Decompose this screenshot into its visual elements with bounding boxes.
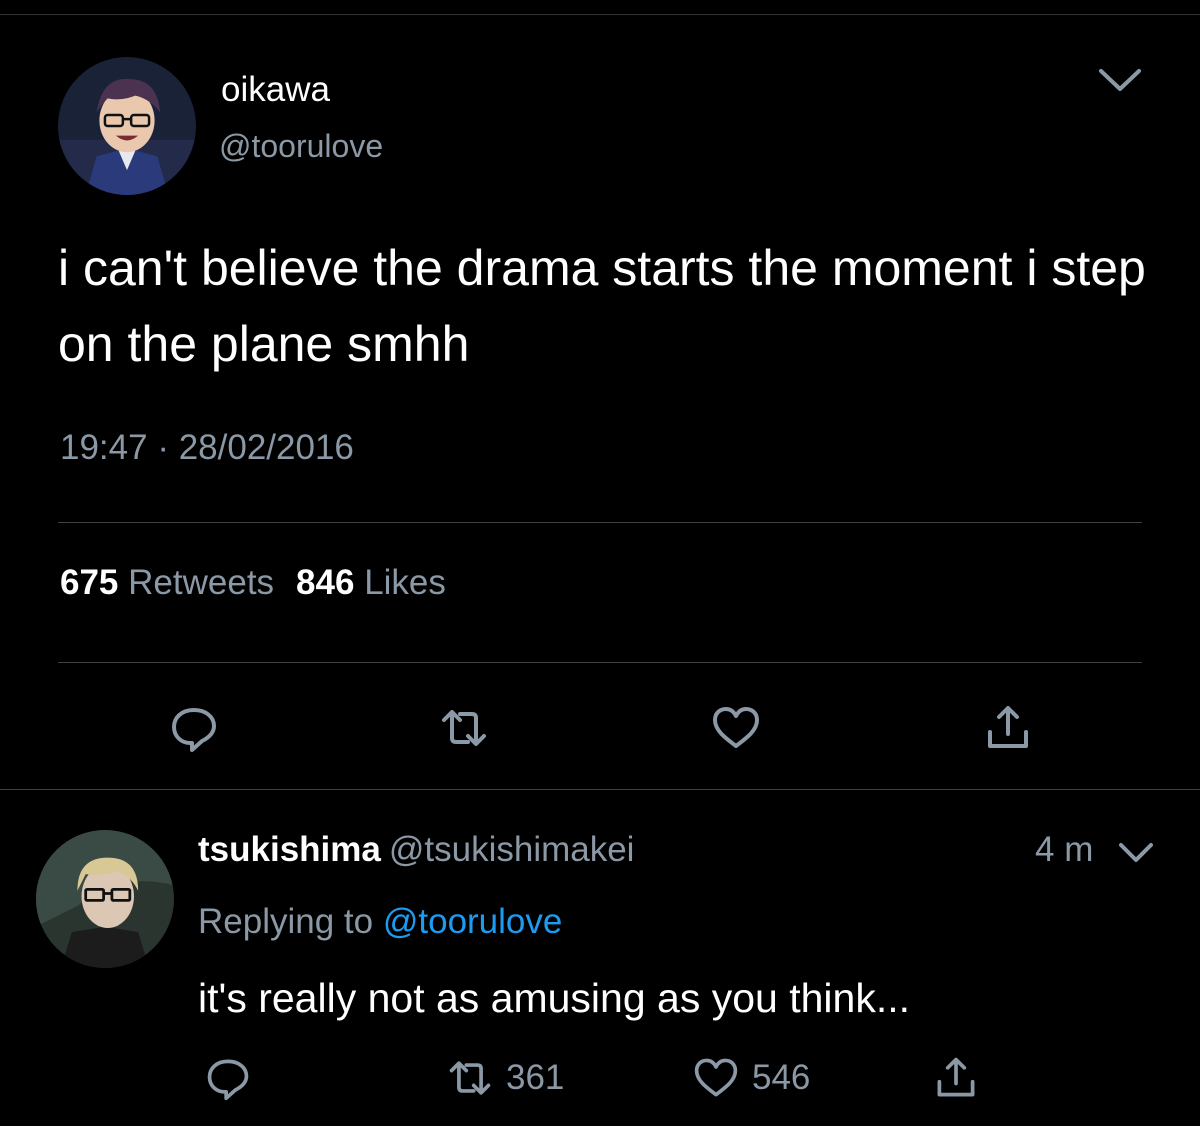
tweet-stats: 675 Retweets 846 Likes <box>60 563 446 603</box>
chevron-down-icon[interactable] <box>1097 65 1143 95</box>
like-action[interactable]: 546 <box>692 1053 810 1103</box>
like-count: 846 <box>296 563 355 602</box>
heart-icon[interactable] <box>710 702 762 754</box>
reply-icon[interactable] <box>168 702 220 754</box>
tweet-text: i can't believe the drama starts the mom… <box>58 240 1146 372</box>
author-avatar[interactable] <box>58 57 196 195</box>
tweet-time: 19:47 <box>60 428 148 467</box>
heart-icon <box>694 1058 738 1097</box>
reply-author-avatar[interactable] <box>36 830 174 968</box>
timestamp-separator: · <box>157 428 169 467</box>
replying-mention[interactable]: @toorulove <box>383 902 563 941</box>
reply-retweet-count: 361 <box>506 1058 565 1097</box>
share-action[interactable] <box>932 1053 992 1103</box>
reply-author-handle[interactable]: @tsukishimakei <box>389 830 635 869</box>
top-divider <box>0 14 1200 15</box>
author-handle[interactable]: @toorulove <box>219 128 383 165</box>
reply-like-count: 546 <box>752 1058 811 1097</box>
retweet-label: Retweets <box>128 563 275 602</box>
divider <box>58 662 1142 663</box>
reply-header: tsukishima @tsukishimakei <box>198 830 634 870</box>
reply-icon <box>207 1059 249 1101</box>
reply-action[interactable] <box>204 1053 264 1103</box>
author-name[interactable]: oikawa <box>221 70 330 110</box>
replying-prefix: Replying to <box>198 902 374 941</box>
share-icon <box>937 1057 975 1097</box>
reply-author-name[interactable]: tsukishima <box>198 830 381 869</box>
anime-character-avatar-icon <box>36 830 174 968</box>
retweet-stat[interactable]: 675 Retweets <box>60 563 274 602</box>
tweet-date: 28/02/2016 <box>178 428 354 467</box>
chevron-down-icon[interactable] <box>1117 840 1155 866</box>
retweet-icon[interactable] <box>438 702 490 754</box>
anime-character-avatar-icon <box>58 57 196 195</box>
divider <box>58 522 1142 523</box>
retweet-icon <box>449 1061 491 1095</box>
reply-text: it's really not as amusing as you think.… <box>198 975 910 1021</box>
replying-to: Replying to @toorulove <box>198 902 562 942</box>
tweet-timestamp[interactable]: 19:47 · 28/02/2016 <box>60 428 354 468</box>
share-icon[interactable] <box>982 702 1034 754</box>
thread-divider <box>0 789 1200 790</box>
retweet-action[interactable]: 361 <box>446 1053 564 1103</box>
reply-time[interactable]: 4 m <box>1035 830 1093 870</box>
retweet-count: 675 <box>60 563 119 602</box>
like-stat[interactable]: 846 Likes <box>296 563 446 602</box>
like-label: Likes <box>364 563 446 602</box>
